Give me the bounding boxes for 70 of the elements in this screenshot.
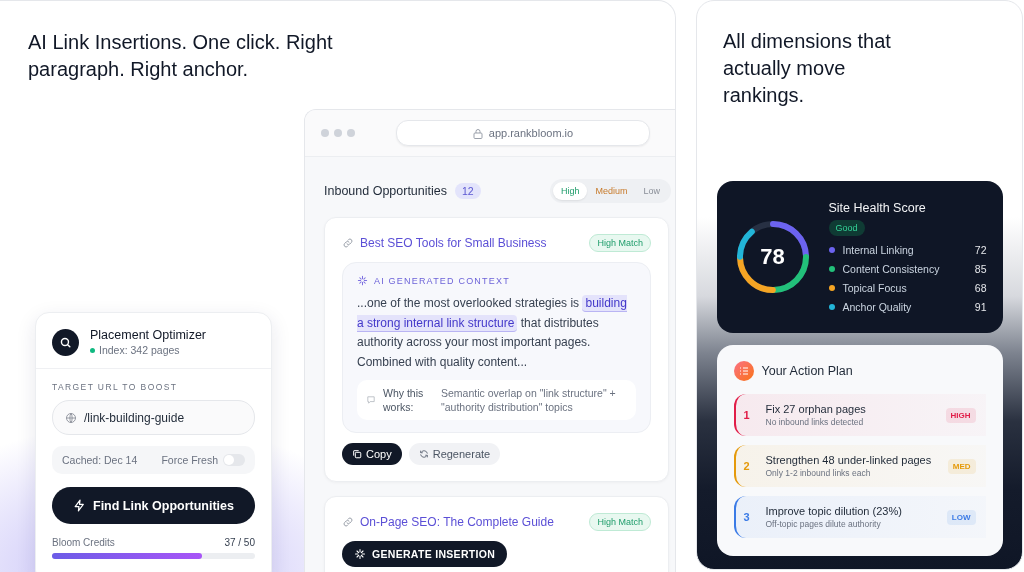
copy-button[interactable]: Copy bbox=[342, 443, 402, 465]
window-dot bbox=[347, 129, 355, 137]
why-label: Why this works: bbox=[383, 386, 425, 414]
priority-badge: MED bbox=[947, 458, 976, 474]
find-opportunities-button[interactable]: Find Link Opportunities bbox=[52, 487, 255, 524]
card-title: Site Health Score bbox=[828, 200, 927, 215]
metric-value: 68 bbox=[974, 281, 987, 294]
window-dot bbox=[334, 129, 342, 137]
sparkle-icon bbox=[357, 275, 368, 286]
panel-headline: AI Link Insertions. One click. Right paragraph. Right anchor. bbox=[28, 30, 334, 82]
link-icon bbox=[342, 237, 354, 249]
priority-badge: LOW bbox=[946, 509, 976, 525]
page-link[interactable]: Best SEO Tools for Small Business bbox=[360, 236, 547, 250]
refresh-icon bbox=[418, 449, 429, 459]
status-badge: Good bbox=[828, 219, 865, 236]
step-number: 1 bbox=[743, 409, 751, 421]
card-title: Placement Optimizer bbox=[90, 328, 206, 342]
force-fresh-toggle[interactable] bbox=[223, 454, 245, 466]
filter-tab[interactable]: High bbox=[552, 182, 588, 200]
action-subtitle: Only 1-2 inbound links each bbox=[765, 468, 872, 478]
metric-value: 91 bbox=[974, 300, 987, 313]
regenerate-button[interactable]: Regenerate bbox=[408, 443, 501, 465]
context-paragraph: ...one of the most overlooked strategies is building a strong internal link structure that distributes authority across your most important pages. Combined with quality content... bbox=[357, 294, 628, 371]
link-icon bbox=[342, 516, 354, 528]
why-text: Semantic overlap on "link structure" + "authority distribution" topics bbox=[441, 386, 617, 414]
credits-value: 37 / 50 bbox=[224, 537, 255, 548]
action-item[interactable]: 2 Strengthen 48 under-linked pages Only 1-2 inbound links each MED bbox=[733, 445, 986, 487]
count-badge: 12 bbox=[455, 183, 481, 199]
generate-insertion-button[interactable]: GENERATE INSERTION bbox=[342, 541, 508, 567]
address-bar[interactable]: app.rankbloom.io bbox=[396, 120, 650, 146]
field-label: TARGET URL TO BOOST bbox=[52, 382, 179, 392]
action-item[interactable]: 1 Fix 27 orphan pages No inbound links detected HIGH bbox=[733, 394, 986, 436]
action-subtitle: Off-topic pages dilute authority bbox=[765, 519, 882, 529]
metric-name: Content Consistency bbox=[842, 262, 940, 275]
status-dot bbox=[90, 347, 95, 353]
metric-value: 85 bbox=[974, 262, 987, 275]
step-number: 3 bbox=[743, 511, 751, 523]
health-score: 78 bbox=[760, 245, 785, 269]
action-title: Improve topic dilution (23%) bbox=[765, 505, 903, 517]
card-title: Your Action Plan bbox=[761, 364, 853, 378]
metric-name: Anchor Quality bbox=[842, 300, 912, 313]
sparkle-icon bbox=[354, 548, 366, 560]
action-subtitle: No inbound links detected bbox=[765, 417, 865, 427]
match-badge: High Match bbox=[589, 234, 651, 252]
credits-label: Bloom Credits bbox=[52, 537, 115, 548]
action-item[interactable]: 3 Improve topic dilution (23%) Off-topic pages dilute authority LOW bbox=[733, 496, 986, 538]
page-link[interactable]: On-Page SEO: The Complete Guide bbox=[360, 515, 554, 529]
section-title: Inbound Opportunities bbox=[324, 184, 447, 198]
index-status: Index: 342 pages bbox=[99, 344, 180, 356]
metric-name: Internal Linking bbox=[842, 243, 914, 256]
window-dot bbox=[321, 129, 329, 137]
panel-headline: All dimensions that actually move rankings. bbox=[723, 29, 892, 108]
toggle-label: Force Fresh bbox=[161, 454, 218, 466]
priority-badge: HIGH bbox=[945, 407, 976, 423]
search-icon bbox=[52, 328, 79, 356]
list-icon bbox=[733, 361, 754, 381]
comment-icon bbox=[367, 396, 375, 404]
action-title: Strengthen 48 under-linked pages bbox=[765, 454, 933, 466]
metric-name: Topical Focus bbox=[842, 281, 907, 294]
match-badge: High Match bbox=[589, 513, 651, 531]
globe-icon bbox=[65, 411, 77, 424]
lightning-icon bbox=[73, 499, 86, 512]
url-input[interactable]: /link-building-guide bbox=[52, 400, 255, 435]
context-label: AI GENERATED CONTEXT bbox=[374, 275, 510, 286]
metric-value: 72 bbox=[974, 243, 987, 256]
copy-icon bbox=[352, 449, 362, 459]
action-title: Fix 27 orphan pages bbox=[765, 403, 867, 415]
lock-icon bbox=[472, 127, 483, 139]
cache-date: Cached: Dec 14 bbox=[62, 454, 138, 466]
step-number: 2 bbox=[743, 460, 751, 472]
